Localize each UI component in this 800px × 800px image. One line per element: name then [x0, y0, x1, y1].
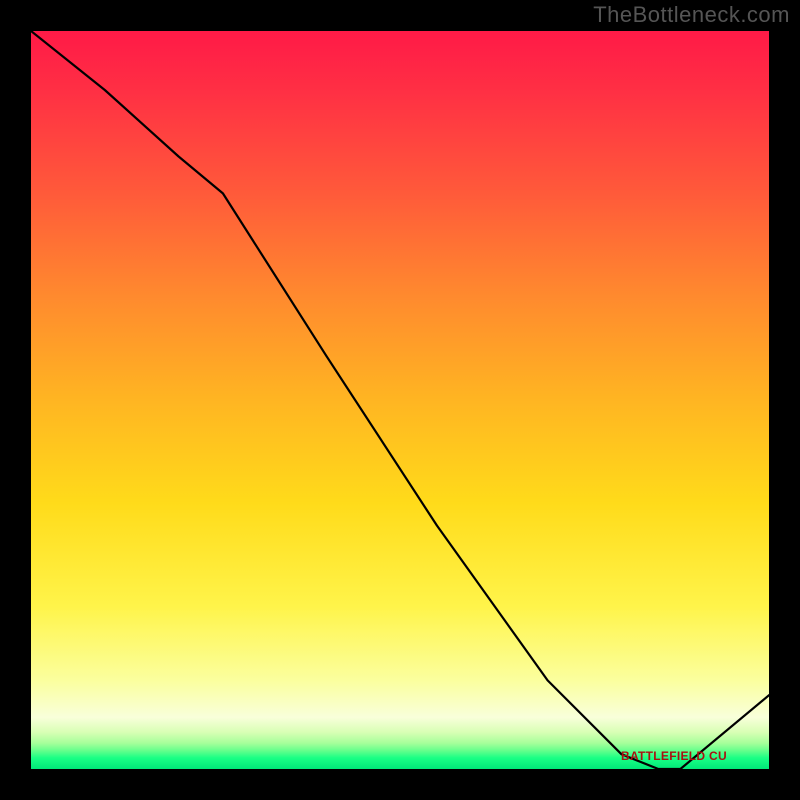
chart-frame: TheBottleneck.com BATTLEFIELD CU [0, 0, 800, 800]
watermark-text: TheBottleneck.com [593, 2, 790, 28]
x-axis-annotation: BATTLEFIELD CU [621, 749, 727, 763]
bottleneck-curve [31, 31, 769, 769]
plot-area: BATTLEFIELD CU [31, 31, 769, 769]
curve-path [31, 31, 769, 769]
